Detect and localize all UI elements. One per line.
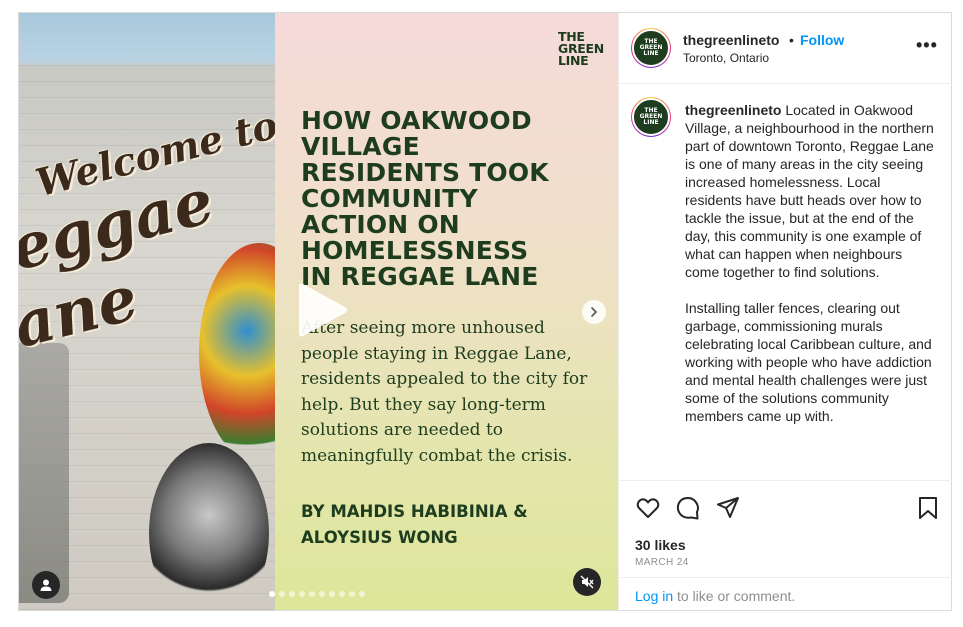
share-icon[interactable] <box>715 495 741 521</box>
carousel-dot <box>339 591 345 597</box>
login-link[interactable]: Log in <box>635 588 673 604</box>
carousel-dot <box>319 591 325 597</box>
caption-paragraph-1: Located in Oakwood Village, a neighbourh… <box>685 102 934 280</box>
mural-headphones <box>149 443 269 610</box>
post-actions: 30 likes MARCH 24 Log in to like or comm… <box>619 480 952 611</box>
next-slide-button[interactable] <box>582 300 606 324</box>
brand-logo: THE GREEN LINE <box>558 29 604 68</box>
carousel-dot <box>269 591 275 597</box>
caption-paragraph-2: Installing taller fences, clearing out g… <box>685 300 932 424</box>
carousel-dot <box>359 591 365 597</box>
caption-username[interactable]: thegreenlineto <box>685 102 781 118</box>
login-prompt-text: to like or comment. <box>677 588 796 604</box>
heart-icon[interactable] <box>635 495 661 521</box>
follow-button[interactable]: Follow <box>800 32 844 48</box>
carousel-indicator <box>269 591 365 597</box>
post-media[interactable]: Welcome to eggae ane THE GREEN LINE HOW … <box>19 13 618 610</box>
chevron-right-icon <box>591 307 598 317</box>
carousel-dot <box>309 591 315 597</box>
user-tags-button[interactable] <box>32 571 60 599</box>
caption-avatar[interactable]: THE GREEN LINE <box>631 97 671 137</box>
separator-dot: • <box>789 32 794 48</box>
carousel-dot <box>349 591 355 597</box>
carousel-dot <box>329 591 335 597</box>
carousel-dot <box>289 591 295 597</box>
mute-icon <box>580 575 594 589</box>
mural-photo: Welcome to eggae ane <box>19 13 319 610</box>
bookmark-icon[interactable] <box>915 495 941 521</box>
post-date: MARCH 24 <box>635 557 689 568</box>
comment-icon[interactable] <box>675 495 701 521</box>
avatar[interactable]: THE GREEN LINE <box>631 28 671 68</box>
more-icon[interactable]: ••• <box>916 35 938 56</box>
post-header: THE GREEN LINE thegreenlineto • Follow T… <box>619 13 952 84</box>
article-headline: HOW OAKWOOD VILLAGE RESIDENTS TOOK COMMU… <box>301 106 549 291</box>
play-icon[interactable] <box>289 278 353 342</box>
login-prompt: Log in to like or comment. <box>619 577 952 612</box>
post-caption: thegreenlineto Located in Oakwood Villag… <box>685 101 935 443</box>
mural-cityscape <box>19 343 69 603</box>
mute-button[interactable] <box>573 568 601 596</box>
carousel-dot <box>279 591 285 597</box>
likes-count[interactable]: 30 likes <box>635 537 686 553</box>
user-tag-icon <box>40 579 52 591</box>
post-sidebar: THE GREEN LINE thegreenlineto • Follow T… <box>618 13 952 610</box>
instagram-post: Welcome to eggae ane THE GREEN LINE HOW … <box>18 12 952 611</box>
article-byline: BY MAHDIS HABIBINIA & ALOYSIUS WONG <box>301 502 528 547</box>
carousel-dot <box>299 591 305 597</box>
location-link[interactable]: Toronto, Ontario <box>683 51 769 65</box>
username-link[interactable]: thegreenlineto <box>683 32 779 48</box>
